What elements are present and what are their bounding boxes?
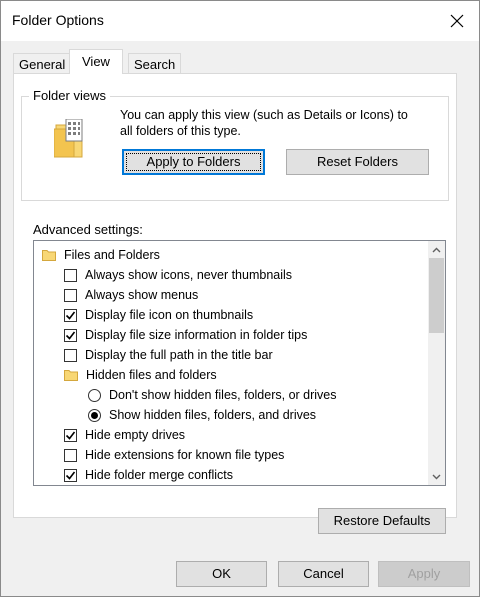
description-line-1: You can apply this view (such as Details… bbox=[120, 108, 408, 122]
folder-icon bbox=[42, 250, 56, 261]
restore-defaults-button[interactable]: Restore Defaults bbox=[318, 508, 446, 534]
tree-row-label: Display the full path in the title bar bbox=[85, 348, 273, 362]
tab-search[interactable]: Search bbox=[128, 53, 182, 73]
checkbox[interactable] bbox=[64, 348, 77, 362]
tree-row-label: Always show icons, never thumbnails bbox=[85, 268, 293, 282]
apply-to-folders-label: Apply to Folders bbox=[125, 153, 262, 171]
checkbox[interactable] bbox=[64, 268, 77, 282]
checkbox[interactable] bbox=[64, 428, 77, 442]
folder-views-description: You can apply this view (such as Details… bbox=[120, 107, 440, 139]
scroll-thumb[interactable] bbox=[429, 258, 444, 333]
tree-row-label: Hidden files and folders bbox=[86, 368, 217, 382]
tree-option-row[interactable]: Display the full path in the title bar bbox=[64, 345, 273, 365]
title-bar[interactable]: Folder Options bbox=[1, 1, 479, 41]
checkbox[interactable] bbox=[64, 288, 77, 302]
tree-option-row[interactable]: Display file icon on thumbnails bbox=[64, 305, 253, 325]
checkbox[interactable] bbox=[64, 468, 77, 482]
scroll-down-button[interactable] bbox=[428, 468, 445, 485]
window-title: Folder Options bbox=[12, 12, 104, 28]
tree-option-row[interactable]: Always show menus bbox=[64, 285, 198, 305]
checkmark-icon bbox=[65, 431, 76, 440]
dialog-client-area: General View Search Folder views You can… bbox=[1, 41, 479, 596]
checkbox[interactable] bbox=[64, 308, 77, 322]
apply-to-folders-button[interactable]: Apply to Folders bbox=[122, 149, 265, 175]
checkbox[interactable] bbox=[64, 448, 77, 462]
tree-row-label: Files and Folders bbox=[64, 248, 160, 262]
folder-options-dialog: Folder Options General View Search Folde… bbox=[0, 0, 480, 597]
tree-row-label: Display file icon on thumbnails bbox=[85, 308, 254, 322]
radio-button[interactable] bbox=[88, 408, 101, 422]
tree-row-label: Don't show hidden files, folders, or dri… bbox=[109, 388, 337, 402]
tree-option-row[interactable]: Don't show hidden files, folders, or dri… bbox=[88, 385, 337, 405]
apply-button[interactable]: Apply bbox=[378, 561, 470, 587]
tab-general[interactable]: General bbox=[13, 53, 72, 73]
scroll-up-button[interactable] bbox=[428, 241, 445, 258]
checkmark-icon bbox=[65, 331, 76, 340]
tree-folder-row: Files and Folders bbox=[42, 245, 160, 265]
tree-row-label: Hide extensions for known file types bbox=[85, 448, 285, 462]
tree-option-row[interactable]: Display file size information in folder … bbox=[64, 325, 307, 345]
dialog-footer: OK Cancel Apply bbox=[1, 548, 479, 596]
ok-button[interactable]: OK bbox=[176, 561, 267, 587]
folder-views-icon bbox=[54, 119, 83, 158]
tree-row-label: Hide empty drives bbox=[85, 428, 186, 442]
tree-row-label: Display file size information in folder … bbox=[85, 328, 308, 342]
close-icon bbox=[450, 14, 464, 28]
radio-button[interactable] bbox=[88, 388, 101, 402]
folder-icon bbox=[64, 370, 78, 381]
description-line-2: all folders of this type. bbox=[120, 124, 241, 138]
radio-selected-dot bbox=[91, 411, 98, 419]
tree-option-row[interactable]: Always show icons, never thumbnails bbox=[64, 265, 292, 285]
checkmark-icon bbox=[65, 471, 76, 480]
tab-view-label: View bbox=[82, 54, 110, 69]
tree-row-label: Hide folder merge conflicts bbox=[85, 468, 233, 482]
tree-scrollbar[interactable] bbox=[428, 241, 445, 485]
checkbox[interactable] bbox=[64, 328, 77, 342]
close-button[interactable] bbox=[443, 9, 471, 33]
cancel-button[interactable]: Cancel bbox=[278, 561, 369, 587]
advanced-settings-tree[interactable]: Files and Folders Always show icons, neve… bbox=[33, 240, 446, 486]
checkmark-icon bbox=[65, 311, 76, 320]
chevron-up-icon bbox=[432, 247, 441, 252]
reset-folders-button[interactable]: Reset Folders bbox=[286, 149, 429, 175]
tree-option-row[interactable]: Hide folder merge conflicts bbox=[64, 465, 233, 485]
tree-option-row[interactable]: Hide empty drives bbox=[64, 425, 185, 445]
folder-views-legend: Folder views bbox=[29, 88, 110, 103]
tree-option-row[interactable]: Show hidden files, folders, and drives bbox=[88, 405, 316, 425]
advanced-settings-label: Advanced settings: bbox=[33, 222, 143, 237]
chevron-down-icon bbox=[432, 474, 441, 479]
tree-row-label: Always show menus bbox=[85, 288, 199, 302]
tree-option-row[interactable]: Hide extensions for known file types bbox=[64, 445, 284, 465]
tab-view[interactable]: View bbox=[69, 49, 123, 74]
tree-folder-row: Hidden files and folders bbox=[64, 365, 217, 385]
tree-row-label: Show hidden files, folders, and drives bbox=[109, 408, 317, 422]
